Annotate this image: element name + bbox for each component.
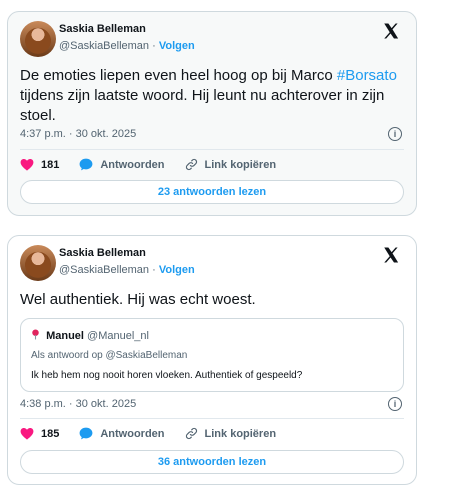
follow-button[interactable]: Volgen <box>159 40 195 52</box>
tweet-card-2[interactable]: Saskia Belleman @SaskiaBelleman · Volgen… <box>7 235 417 485</box>
reply-button[interactable]: Antwoorden <box>79 427 165 440</box>
copy-link-label: Link kopiëren <box>204 158 277 171</box>
pin-icon <box>32 329 39 340</box>
tweet-text: De emoties liepen even heel hoog op bij … <box>20 66 410 126</box>
like-count: 181 <box>41 158 60 171</box>
copy-link-button[interactable]: Link kopiëren <box>185 158 277 171</box>
like-count: 185 <box>41 427 60 440</box>
reply-button[interactable]: Antwoorden <box>79 158 165 171</box>
author-handle[interactable]: @SaskiaBelleman <box>59 40 149 52</box>
x-logo-icon[interactable] <box>382 22 400 40</box>
divider <box>20 418 404 419</box>
tweet-text: Wel authentiek. Hij was echt woest. <box>20 291 256 308</box>
tweet-text-part: tijdens zijn laatste woord. Hij leunt nu… <box>20 87 385 124</box>
handle-row: @SaskiaBelleman · Volgen <box>59 264 195 276</box>
copy-link-button[interactable]: Link kopiëren <box>185 427 277 440</box>
timestamp[interactable]: 4:37 p.m. · 30 okt. 2025 <box>20 128 136 140</box>
timestamp[interactable]: 4:38 p.m. · 30 okt. 2025 <box>20 398 136 410</box>
reply-bubble-icon <box>79 427 93 440</box>
action-bar: 181 Antwoorden Link kopiëren <box>20 158 296 171</box>
read-replies-button[interactable]: 23 antwoorden lezen <box>20 180 404 204</box>
author-handle[interactable]: @SaskiaBelleman <box>59 264 149 276</box>
link-icon <box>185 427 197 440</box>
tweet-card-1[interactable]: Saskia Belleman @SaskiaBelleman · Volgen… <box>7 11 417 216</box>
quoted-tweet[interactable]: Manuel @Manuel_nl Als antwoord op @Saski… <box>20 318 404 392</box>
action-bar: 185 Antwoorden Link kopiëren <box>20 427 296 440</box>
quote-text: Ik heb hem nog nooit horen vloeken. Auth… <box>31 370 303 381</box>
x-logo-icon[interactable] <box>382 246 400 264</box>
info-icon[interactable]: i <box>388 397 402 411</box>
heart-icon <box>20 427 34 440</box>
author-name[interactable]: Saskia Belleman <box>59 247 146 259</box>
handle-row: @SaskiaBelleman · Volgen <box>59 40 195 52</box>
reply-label: Antwoorden <box>100 158 165 171</box>
tweet-text-part: De emoties liepen even heel hoog op bij … <box>20 67 337 84</box>
quote-reply-to: Als antwoord op @SaskiaBelleman <box>31 350 188 361</box>
hashtag-link[interactable]: #Borsato <box>337 67 397 84</box>
follow-button[interactable]: Volgen <box>159 264 195 276</box>
read-replies-button[interactable]: 36 antwoorden lezen <box>20 450 404 474</box>
reply-bubble-icon <box>79 158 93 171</box>
info-icon[interactable]: i <box>388 127 402 141</box>
quote-author-name[interactable]: Manuel <box>46 330 84 342</box>
divider <box>20 149 404 150</box>
like-button[interactable]: 185 <box>20 427 59 440</box>
heart-icon <box>20 158 34 171</box>
reply-label: Antwoorden <box>100 427 165 440</box>
separator: · <box>152 40 156 52</box>
author-name[interactable]: Saskia Belleman <box>59 23 146 35</box>
quote-header: Manuel @Manuel_nl <box>31 329 149 342</box>
like-button[interactable]: 181 <box>20 158 59 171</box>
copy-link-label: Link kopiëren <box>204 427 277 440</box>
link-icon <box>185 158 197 171</box>
quote-author-handle[interactable]: @Manuel_nl <box>87 330 149 342</box>
avatar[interactable] <box>20 245 56 281</box>
separator: · <box>152 264 156 276</box>
avatar[interactable] <box>20 21 56 57</box>
